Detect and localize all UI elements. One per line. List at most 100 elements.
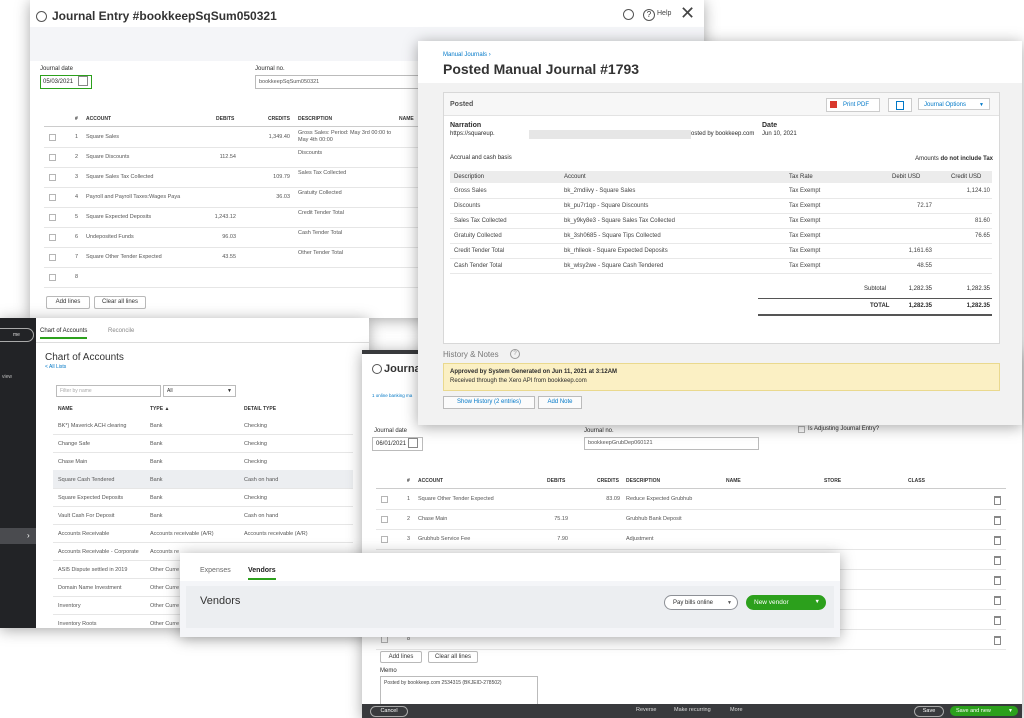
row-account[interactable]: Grubhub Service Fee [418, 536, 538, 542]
sidebar-item[interactable]: view [2, 374, 12, 380]
row-credit[interactable]: 83.09 [578, 496, 620, 502]
tab-vendors[interactable]: Vendors [248, 567, 276, 580]
caret-down-icon[interactable]: ▼ [815, 595, 820, 610]
row-checkbox[interactable] [49, 234, 56, 241]
row-checkbox[interactable] [49, 274, 56, 281]
row-description[interactable]: Cash Tender Total [298, 230, 394, 237]
row-description[interactable]: Gratuity Collected [298, 190, 394, 197]
save-and-new-button[interactable]: Save and new ▼ [950, 706, 1018, 716]
copy-button[interactable] [888, 98, 912, 112]
make-recurring-link[interactable]: Make recurring [674, 707, 711, 713]
row-account[interactable]: Payroll and Payroll Taxes:Wages Paya [86, 194, 182, 200]
row-account[interactable]: Undeposited Funds [86, 234, 182, 240]
add-lines-button[interactable]: Add lines [380, 651, 422, 663]
row-credit[interactable]: 109.79 [242, 174, 290, 180]
row-account[interactable]: Square Expected Deposits [86, 214, 182, 220]
row-description[interactable]: Reduce Expected Grubhub [626, 496, 722, 502]
row-debit[interactable]: 96.03 [190, 234, 236, 240]
row-tax-rate: Tax Exempt [789, 218, 821, 224]
row-description[interactable]: Grubhub Bank Deposit [626, 516, 722, 522]
print-pdf-label: Print PDF [843, 102, 870, 108]
row-account[interactable]: Chase Main [418, 516, 538, 522]
row-debit[interactable]: 7.90 [532, 536, 568, 542]
col-type[interactable]: TYPE ▲ [150, 406, 169, 412]
row-account[interactable]: Square Other Tender Expected [86, 254, 182, 260]
trash-icon[interactable] [994, 636, 1001, 645]
journal-options-button[interactable]: Journal Options ▼ [918, 98, 990, 110]
online-banking-banner[interactable]: 1 online banking ma [372, 393, 412, 398]
row-description[interactable]: Discounts [298, 150, 394, 157]
row-description[interactable]: Sales Tax Collected [298, 170, 394, 177]
adjusting-checkbox[interactable] [798, 426, 805, 433]
row-account[interactable]: Square Sales Tax Collected [86, 174, 182, 180]
row-checkbox[interactable] [49, 134, 56, 141]
trash-icon[interactable] [994, 616, 1001, 625]
tab-reconcile[interactable]: Reconcile [108, 328, 134, 334]
sidebar-new-button[interactable]: me [0, 328, 34, 342]
row-checkbox[interactable] [49, 154, 56, 161]
row-checkbox[interactable] [49, 254, 56, 261]
row-debit[interactable]: 112.54 [190, 154, 236, 160]
calendar-icon[interactable] [78, 76, 88, 86]
tab-chart-of-accounts[interactable]: Chart of Accounts [40, 328, 88, 339]
row-credit[interactable]: 1,349.40 [242, 134, 290, 140]
memo-textarea[interactable]: Posted by bookkeep.com 2534315 (BKJEID-2… [380, 676, 538, 706]
row-credit[interactable]: 36.03 [242, 194, 290, 200]
clear-all-lines-button[interactable]: Clear all lines [428, 651, 478, 663]
caret-down-icon[interactable]: ▼ [727, 596, 732, 611]
sidebar-active-item[interactable] [0, 528, 36, 544]
row-checkbox[interactable] [381, 496, 388, 503]
row-debit[interactable]: 1,243.12 [190, 214, 236, 220]
clear-all-lines-button[interactable]: Clear all lines [94, 296, 146, 309]
amounts-prefix: Amounts [915, 156, 939, 162]
pay-bills-online-button[interactable]: Pay bills online ▼ [664, 595, 738, 610]
reverse-link[interactable]: Reverse [636, 707, 656, 713]
save-button[interactable]: Save [914, 706, 944, 717]
row-description[interactable]: Other Tender Total [298, 250, 394, 257]
row-name: ASI5 Dispute settled in 2019 [58, 567, 128, 573]
trash-icon[interactable] [994, 536, 1001, 545]
calendar-icon[interactable] [408, 438, 418, 448]
trash-icon[interactable] [994, 596, 1001, 605]
help-icon[interactable]: ? [510, 349, 520, 359]
row-description[interactable]: Credit Tender Total [298, 210, 394, 217]
journal-no-input[interactable]: bookkeepSqSum050321 [255, 75, 420, 89]
trash-icon[interactable] [994, 556, 1001, 565]
vendors-title: Vendors [200, 595, 241, 607]
print-pdf-button[interactable]: Print PDF [826, 98, 880, 112]
row-checkbox[interactable] [381, 536, 388, 543]
cancel-button[interactable]: Cancel [370, 706, 408, 717]
row-checkbox[interactable] [49, 174, 56, 181]
row-description[interactable]: Gross Sales: Period: May 3rd 00:00 to Ma… [298, 130, 394, 144]
trash-icon[interactable] [994, 516, 1001, 525]
help-label[interactable]: Help [657, 10, 671, 17]
trash-icon[interactable] [994, 496, 1001, 505]
new-vendor-button[interactable]: New vendor ▼ [746, 595, 826, 610]
row-checkbox[interactable] [381, 516, 388, 523]
tab-expenses[interactable]: Expenses [200, 567, 231, 574]
help-icon[interactable]: ? [643, 9, 655, 21]
close-icon[interactable]: ✕ [680, 3, 695, 24]
row-debit[interactable]: 43.55 [190, 254, 236, 260]
gear-icon[interactable] [623, 9, 634, 20]
show-history-button[interactable]: Show History (2 entries) [443, 396, 535, 409]
filter-by-name-input[interactable]: Filter by name [56, 385, 161, 397]
row-debit[interactable]: 75.19 [532, 516, 568, 522]
row-account[interactable]: Square Sales [86, 134, 182, 140]
row-checkbox[interactable] [381, 636, 388, 643]
trash-icon[interactable] [994, 576, 1001, 585]
row-checkbox[interactable] [49, 214, 56, 221]
type-filter-select[interactable]: All ▼ [163, 385, 236, 397]
all-lists-link[interactable]: < All Lists [45, 364, 66, 370]
row-account[interactable]: Square Other Tender Expected [418, 496, 538, 502]
row-number: 8 [75, 274, 79, 280]
row-checkbox[interactable] [49, 194, 56, 201]
row-number: 1 [407, 496, 411, 502]
row-description[interactable]: Adjustment [626, 536, 722, 542]
row-account[interactable]: Square Discounts [86, 154, 182, 160]
add-note-button[interactable]: Add Note [538, 396, 582, 409]
more-link[interactable]: More [730, 707, 743, 713]
add-lines-button[interactable]: Add lines [46, 296, 90, 309]
journal-no-input[interactable]: bookkeepGrubDep060121 [584, 437, 759, 450]
breadcrumb[interactable]: Manual Journals › [443, 52, 491, 58]
